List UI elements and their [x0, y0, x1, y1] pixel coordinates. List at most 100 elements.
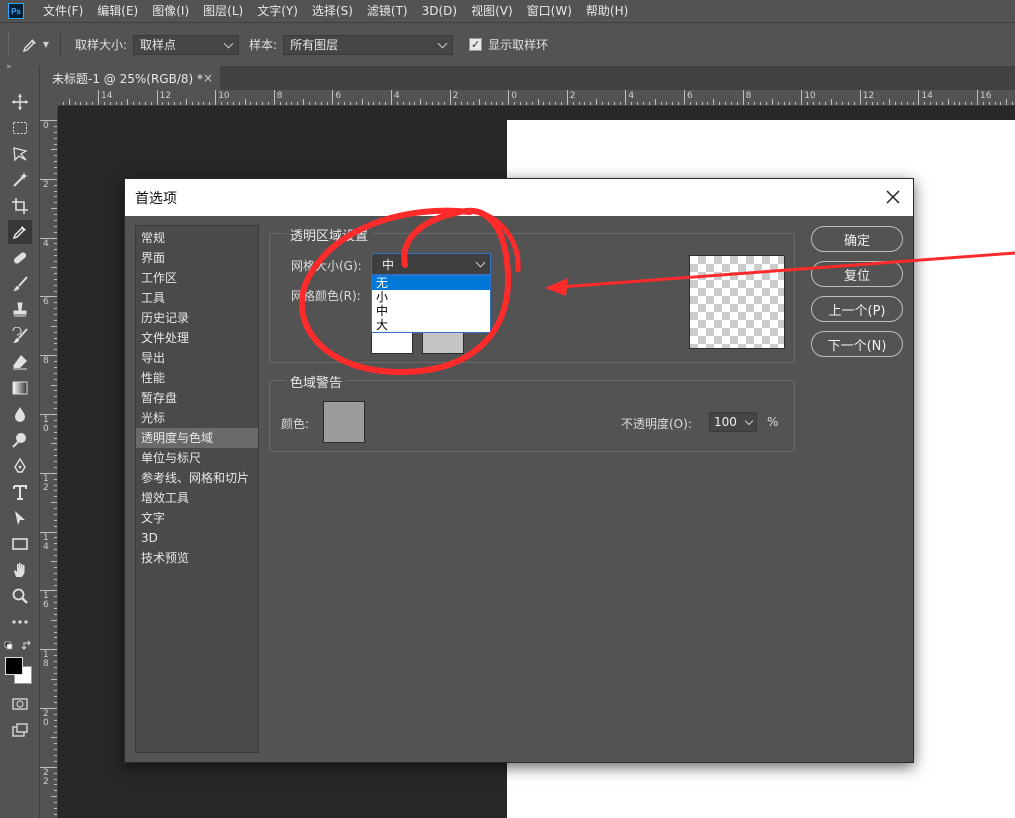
- grid-size-option[interactable]: 大: [372, 318, 490, 332]
- menu-help[interactable]: 帮助(H): [579, 0, 635, 22]
- ok-button[interactable]: 确定: [811, 226, 903, 252]
- ruler-tick: [508, 90, 510, 105]
- path-selection-tool-icon[interactable]: [8, 506, 32, 530]
- menu-file[interactable]: 文件(F): [36, 0, 90, 22]
- menu-view[interactable]: 视图(V): [464, 0, 520, 22]
- ruler-tick: [490, 102, 492, 105]
- quick-mask-icon[interactable]: [8, 692, 32, 716]
- document-tab[interactable]: 未标题-1 @ 25%(RGB/8) * ×: [40, 66, 220, 90]
- ruler-tick: [54, 319, 57, 321]
- category-item[interactable]: 单位与标尺: [136, 448, 258, 468]
- menu-edit[interactable]: 编辑(E): [90, 0, 145, 22]
- vertical-ruler[interactable]: 0 2 4 6 8 1 0 1 2 1 4 1 6 1 8 2 0 2 2: [40, 106, 58, 818]
- menu-type[interactable]: 文字(Y): [250, 0, 305, 22]
- menu-3d[interactable]: 3D(D): [415, 0, 464, 22]
- category-item[interactable]: 透明度与色域: [136, 428, 258, 448]
- category-item[interactable]: 常规: [136, 228, 258, 248]
- options-grip[interactable]: [8, 31, 12, 58]
- gamut-color-label: 颜色:: [281, 417, 310, 431]
- eyedropper-tool-icon[interactable]: [8, 220, 32, 244]
- horizontal-ruler[interactable]: 14 12 10 8 6 4 2 0 2 4 6 8 10 12 14 16: [58, 90, 1015, 106]
- sample-select[interactable]: 所有图层: [283, 34, 454, 55]
- ruler-tick: [977, 90, 978, 105]
- category-item[interactable]: 技术预览: [136, 548, 258, 568]
- ruler-tick: [54, 190, 57, 192]
- close-tab-icon[interactable]: ×: [203, 71, 213, 85]
- grid-size-option[interactable]: 中: [372, 304, 490, 318]
- ruler-label: 2: [43, 179, 49, 190]
- healing-brush-tool-icon[interactable]: [8, 246, 32, 270]
- marquee-tool-icon[interactable]: [8, 116, 32, 140]
- category-item[interactable]: 界面: [136, 248, 258, 268]
- category-item[interactable]: 参考线、网格和切片: [136, 468, 258, 488]
- lasso-tool-icon[interactable]: [8, 142, 32, 166]
- category-item[interactable]: 性能: [136, 368, 258, 388]
- opacity-input[interactable]: 100: [709, 412, 757, 432]
- ruler-tick: [695, 102, 697, 105]
- category-item[interactable]: 暂存盘: [136, 388, 258, 408]
- eyedropper-preset-icon[interactable]: ▼: [18, 36, 52, 54]
- prev-button[interactable]: 上一个(P): [811, 296, 903, 322]
- swap-colors-icon[interactable]: [4, 640, 36, 652]
- category-item[interactable]: 3D: [136, 528, 258, 548]
- close-icon[interactable]: [883, 187, 903, 207]
- show-ring-checkbox[interactable]: ✓: [469, 38, 483, 51]
- ruler-tick: [836, 102, 838, 105]
- eraser-tool-icon[interactable]: [8, 350, 32, 374]
- category-item[interactable]: 导出: [136, 348, 258, 368]
- grid-size-select[interactable]: 中: [371, 253, 491, 275]
- ruler-tick: [935, 102, 937, 105]
- category-item[interactable]: 工具: [136, 288, 258, 308]
- gradient-tool-icon[interactable]: [8, 376, 32, 400]
- hand-tool-icon[interactable]: [8, 558, 32, 582]
- menu-layer[interactable]: 图层(L): [196, 0, 250, 22]
- category-item[interactable]: 文字: [136, 508, 258, 528]
- stamp-tool-icon[interactable]: [8, 298, 32, 322]
- chevron-down-icon: [437, 38, 448, 48]
- gamut-color-swatch[interactable]: [323, 401, 365, 443]
- grid-size-option[interactable]: 无: [372, 276, 490, 290]
- crop-tool-icon[interactable]: [8, 194, 32, 218]
- category-item[interactable]: 工作区: [136, 268, 258, 288]
- zoom-tool-icon[interactable]: [8, 584, 32, 608]
- ruler-tick: [54, 813, 57, 815]
- dodge-tool-icon[interactable]: [8, 428, 32, 452]
- move-tool-icon[interactable]: [8, 90, 32, 114]
- category-item[interactable]: 文件处理: [136, 328, 258, 348]
- history-brush-tool-icon[interactable]: [8, 324, 32, 348]
- menu-filter[interactable]: 滤镜(T): [360, 0, 415, 22]
- screen-mode-icon[interactable]: [8, 718, 32, 742]
- ruler-origin[interactable]: [40, 90, 58, 106]
- ruler-tick: [54, 255, 57, 257]
- type-tool-icon[interactable]: [8, 480, 32, 504]
- ruler-tick: [51, 502, 57, 504]
- ruler-tick: [648, 102, 650, 105]
- category-item[interactable]: 光标: [136, 408, 258, 428]
- pen-tool-icon[interactable]: [8, 454, 32, 478]
- ruler-label: 4: [43, 238, 49, 249]
- blur-tool-icon[interactable]: [8, 402, 32, 426]
- next-button[interactable]: 下一个(N): [811, 331, 903, 357]
- ruler-tick: [54, 478, 57, 480]
- category-item[interactable]: 历史记录: [136, 308, 258, 328]
- menu-window[interactable]: 窗口(W): [520, 0, 579, 22]
- panel-collapse-icon[interactable]: »: [6, 62, 12, 72]
- ruler-tick: [959, 102, 961, 105]
- brush-tool-icon[interactable]: [8, 272, 32, 296]
- category-item[interactable]: 增效工具: [136, 488, 258, 508]
- magic-wand-tool-icon[interactable]: [8, 168, 32, 192]
- rectangle-tool-icon[interactable]: [8, 532, 32, 556]
- menu-select[interactable]: 选择(S): [305, 0, 360, 22]
- foreground-color-swatch[interactable]: [5, 657, 23, 675]
- ruler-label: 0: [43, 121, 49, 131]
- reset-button[interactable]: 复位: [811, 261, 903, 287]
- menu-image[interactable]: 图像(I): [145, 0, 196, 22]
- more-tools-icon[interactable]: [8, 610, 32, 634]
- sample-size-select[interactable]: 取样点: [133, 34, 240, 55]
- ruler-tick: [883, 102, 885, 105]
- grid-color-2-swatch[interactable]: [422, 332, 464, 354]
- ruler-tick: [631, 102, 633, 105]
- ruler-tick: [279, 102, 281, 105]
- grid-size-option[interactable]: 小: [372, 290, 490, 304]
- grid-color-1-swatch[interactable]: [371, 332, 413, 354]
